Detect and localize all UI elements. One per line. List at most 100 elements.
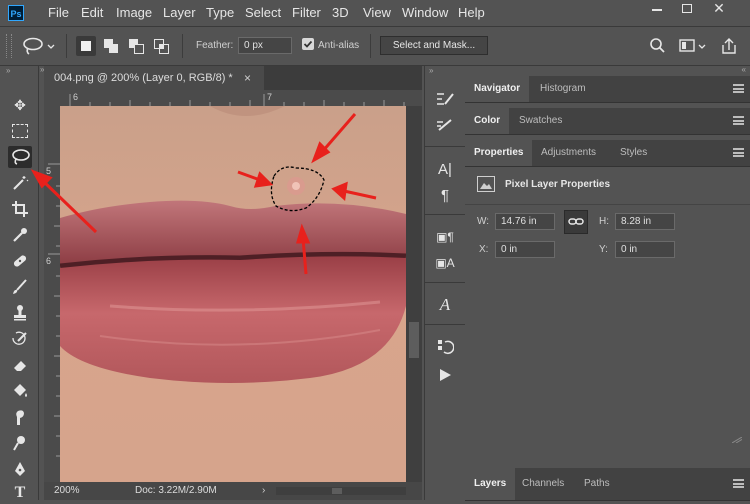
character-styles-button[interactable]: ▣A bbox=[434, 252, 456, 274]
tab-properties[interactable]: Properties bbox=[465, 140, 533, 166]
width-input[interactable]: 14.76 in bbox=[495, 213, 555, 230]
menu-layer[interactable]: Layer bbox=[163, 0, 196, 26]
layers-panel-tabs: Layers Channels Paths bbox=[465, 468, 750, 501]
tab-channels[interactable]: Channels bbox=[513, 468, 573, 500]
horizontal-scrollbar[interactable] bbox=[276, 487, 406, 495]
scroll-thumb[interactable] bbox=[409, 322, 419, 358]
document-tab[interactable]: 004.png @ 200% (Layer 0, RGB/8) * × bbox=[44, 66, 264, 90]
glyphs-button[interactable]: A bbox=[434, 294, 456, 316]
ruler-label-6: 6 bbox=[73, 92, 79, 102]
maximize-button[interactable] bbox=[674, 0, 700, 17]
tab-color[interactable]: Color bbox=[465, 108, 510, 134]
search-button[interactable] bbox=[648, 37, 666, 55]
add-to-selection-button[interactable] bbox=[101, 36, 121, 56]
menu-select[interactable]: Select bbox=[245, 0, 281, 26]
menu-edit[interactable]: Edit bbox=[81, 0, 103, 26]
play-icon bbox=[440, 369, 451, 381]
tool-preset-picker[interactable] bbox=[20, 35, 56, 57]
history-brush-tool[interactable] bbox=[8, 328, 32, 350]
panels-collapse-icon[interactable]: « bbox=[742, 66, 746, 74]
marquee-tool[interactable] bbox=[8, 120, 32, 142]
menu-filter[interactable]: Filter bbox=[292, 0, 321, 26]
collapse-toolbar-icon[interactable]: » bbox=[6, 67, 32, 75]
menu-bar: Ps File Edit Image Layer Type Select Fil… bbox=[0, 0, 750, 27]
x-input[interactable]: 0 in bbox=[495, 241, 555, 258]
pen-icon bbox=[15, 462, 25, 476]
link-dimensions-button[interactable] bbox=[564, 210, 588, 234]
menu-window[interactable]: Window bbox=[402, 0, 448, 26]
brush-settings-icon bbox=[437, 93, 454, 105]
menu-help[interactable]: Help bbox=[458, 0, 485, 26]
brush-presets-button[interactable] bbox=[434, 114, 456, 136]
close-window-button[interactable]: ✕ bbox=[706, 0, 732, 17]
select-and-mask-button[interactable]: Select and Mask... bbox=[380, 36, 488, 55]
move-icon: ✥ bbox=[14, 96, 26, 113]
tab-swatches[interactable]: Swatches bbox=[510, 108, 571, 134]
panel-menu-icon[interactable] bbox=[733, 479, 744, 488]
antialias-checkbox[interactable] bbox=[302, 38, 314, 50]
panel-menu-icon[interactable] bbox=[733, 116, 744, 125]
actions-button[interactable] bbox=[434, 364, 456, 386]
move-tool[interactable]: ✥ bbox=[8, 94, 32, 116]
bandage-icon bbox=[13, 255, 27, 267]
search-icon bbox=[650, 38, 665, 53]
tab-layers[interactable]: Layers bbox=[465, 468, 516, 500]
panel-resize-handle[interactable] bbox=[731, 434, 743, 444]
brush-settings-button[interactable] bbox=[434, 88, 456, 110]
menu-3d[interactable]: 3D bbox=[332, 0, 349, 26]
document-title: 004.png @ 200% (Layer 0, RGB/8) * bbox=[54, 72, 233, 84]
history-icon bbox=[438, 340, 454, 355]
horizontal-ruler: 6 7 bbox=[44, 90, 422, 107]
brush-tool[interactable] bbox=[8, 276, 32, 298]
grip-handle[interactable] bbox=[6, 34, 12, 58]
properties-title: Pixel Layer Properties bbox=[505, 179, 611, 190]
tab-adjustments[interactable]: Adjustments bbox=[532, 140, 605, 166]
checkmark-icon bbox=[303, 40, 313, 48]
share-icon bbox=[722, 38, 736, 54]
menu-type[interactable]: Type bbox=[206, 0, 234, 26]
close-document-button[interactable]: × bbox=[244, 66, 251, 90]
photoshop-logo: Ps bbox=[8, 5, 24, 21]
menu-view[interactable]: View bbox=[363, 0, 391, 26]
dock-collapse-icon[interactable]: » bbox=[429, 67, 433, 75]
minimize-button[interactable] bbox=[644, 0, 670, 17]
tab-histogram[interactable]: Histogram bbox=[531, 76, 595, 102]
tab-navigator[interactable]: Navigator bbox=[465, 76, 530, 102]
healing-brush-tool[interactable] bbox=[8, 250, 32, 272]
feather-input[interactable]: 0 px bbox=[238, 37, 292, 54]
vertical-scrollbar[interactable] bbox=[406, 106, 422, 482]
dodge-tool[interactable] bbox=[8, 432, 32, 454]
share-button[interactable] bbox=[718, 36, 740, 56]
navigator-panel-tabs: Navigator Histogram bbox=[465, 76, 750, 103]
subtract-from-selection-button[interactable] bbox=[126, 36, 146, 56]
character-button[interactable]: A| bbox=[434, 158, 456, 180]
pen-tool[interactable] bbox=[8, 458, 32, 480]
marquee-icon bbox=[12, 124, 28, 138]
eraser-icon bbox=[14, 361, 26, 371]
status-menu-arrow-icon[interactable]: › bbox=[262, 482, 265, 500]
smudge-tool[interactable] bbox=[8, 406, 32, 428]
height-input[interactable]: 8.28 in bbox=[615, 213, 675, 230]
type-tool[interactable]: T bbox=[8, 482, 32, 504]
paragraph-styles-button[interactable]: ▣¶ bbox=[434, 226, 456, 248]
panel-menu-icon[interactable] bbox=[733, 148, 744, 157]
zoom-level[interactable]: 200% bbox=[54, 482, 80, 500]
menu-file[interactable]: File bbox=[48, 0, 69, 26]
panel-menu-icon[interactable] bbox=[733, 84, 744, 93]
tab-styles[interactable]: Styles bbox=[611, 140, 656, 166]
intersect-selection-button[interactable] bbox=[151, 36, 171, 56]
history-button[interactable] bbox=[434, 336, 456, 358]
menu-image[interactable]: Image bbox=[116, 0, 152, 26]
clone-stamp-tool[interactable] bbox=[8, 302, 32, 324]
paragraph-button[interactable]: ¶ bbox=[434, 184, 456, 206]
hscroll-thumb[interactable] bbox=[332, 488, 342, 494]
eraser-tool[interactable] bbox=[8, 354, 32, 376]
paragraph-icon: ¶ bbox=[440, 186, 450, 204]
workspace-switcher[interactable] bbox=[678, 37, 708, 55]
paint-bucket-icon bbox=[14, 384, 27, 397]
paint-bucket-tool[interactable] bbox=[8, 380, 32, 402]
y-input[interactable]: 0 in bbox=[615, 241, 675, 258]
tab-paths[interactable]: Paths bbox=[575, 468, 619, 500]
new-selection-button[interactable] bbox=[76, 36, 96, 56]
height-label: H: bbox=[599, 216, 609, 227]
